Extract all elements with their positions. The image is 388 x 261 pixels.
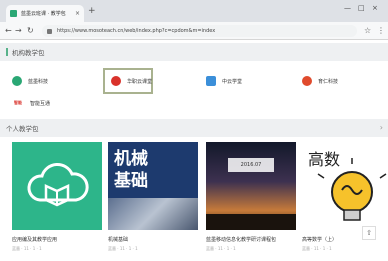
org-section-header: 机构教学包 xyxy=(0,43,388,61)
cover-date-label: 2016.07 xyxy=(228,158,274,172)
personal-section-title: 个人教学包 xyxy=(6,125,39,133)
org-item-yuren[interactable]: 育仁科技 xyxy=(296,71,386,91)
org-label: 智能互通 xyxy=(30,100,51,107)
card-cover: 2016.07 xyxy=(206,142,296,230)
course-card[interactable]: 机械 基础 机械基础 蓝墨 · 11 · 1 · 1 xyxy=(108,142,198,251)
card-title: 蓝墨移动信息化教学研讨课程包 xyxy=(206,237,277,243)
machine-gear-image xyxy=(108,198,198,230)
org-label: 华职云课堂 xyxy=(127,78,153,85)
card-meta: 蓝墨 · 11 · 1 · 1 xyxy=(12,246,42,251)
lightbulb-icon xyxy=(317,158,387,221)
org-item-huazhi[interactable]: 华职云课堂 xyxy=(103,68,153,94)
section-accent-bar xyxy=(6,48,8,56)
browser-tab[interactable]: 蓝墨云班课 · 教学包 × xyxy=(6,5,84,22)
card-cover: 机械 基础 xyxy=(108,142,198,230)
card-cover: 高数 xyxy=(302,142,388,230)
lock-icon xyxy=(47,28,52,34)
minimize-button[interactable]: — xyxy=(344,4,351,12)
bookmark-star-icon[interactable]: ☆ xyxy=(364,26,371,35)
card-meta: 蓝墨 · 11 · 1 · 1 xyxy=(206,246,236,251)
org-section-title: 机构教学包 xyxy=(12,49,45,57)
card-meta: 蓝墨 · 11 · 1 · 1 xyxy=(302,246,332,251)
mosoink-logo-icon xyxy=(12,76,22,86)
browser-nav-bar: ← → ↻ https://www.mosoteach.cn/web/index… xyxy=(0,22,388,40)
back-arrow-icon[interactable]: ← xyxy=(5,26,12,35)
menu-icon[interactable]: ⋮ xyxy=(377,26,385,35)
address-bar[interactable]: https://www.mosoteach.cn/web/index.php?c… xyxy=(42,25,357,37)
book-cloud-icon xyxy=(27,163,89,207)
personal-section-header: 个人教学包 › xyxy=(0,119,388,137)
zhineng-logo-icon: 智能 xyxy=(14,100,22,105)
mosoink-favicon-icon xyxy=(10,10,17,17)
horizon-silhouette xyxy=(206,214,296,230)
new-tab-button[interactable]: + xyxy=(88,6,96,16)
org-item-zhongyun[interactable]: 中云学堂 xyxy=(200,71,290,91)
course-card[interactable]: 2016.07 蓝墨移动信息化教学研讨课程包 蓝墨 · 11 · 1 · 1 xyxy=(206,142,296,251)
cover-title: 机械 基础 xyxy=(114,149,148,191)
yuren-logo-icon xyxy=(302,76,312,86)
course-card[interactable]: 应用编及其教学应用 蓝墨 · 11 · 1 · 1 xyxy=(12,142,102,251)
huazhi-logo-icon xyxy=(111,76,121,86)
url-text: https://www.mosoteach.cn/web/index.php?c… xyxy=(57,28,216,34)
back-to-top-button[interactable]: ⇧ xyxy=(362,226,376,240)
org-item-zhineng[interactable]: 智能 智能互通 xyxy=(6,93,96,113)
forward-arrow-icon[interactable]: → xyxy=(15,26,22,35)
org-item-mosoink[interactable]: 蓝墨科技 xyxy=(6,71,96,91)
org-label: 蓝墨科技 xyxy=(28,78,49,85)
tab-title: 蓝墨云班课 · 教学包 xyxy=(21,11,66,17)
reload-icon[interactable]: ↻ xyxy=(27,26,34,35)
org-label: 中云学堂 xyxy=(222,78,243,85)
chevron-right-icon[interactable]: › xyxy=(380,123,383,132)
browser-tab-bar: 蓝墨云班课 · 教学包 × + — □ × xyxy=(0,0,388,22)
card-cover xyxy=(12,142,102,230)
zhongyun-logo-icon xyxy=(206,76,216,86)
card-title: 应用编及其教学应用 xyxy=(12,237,58,243)
org-list: 蓝墨科技 华职云课堂 中云学堂 育仁科技 智能 智能互通 xyxy=(0,62,388,112)
tab-close-button[interactable]: × xyxy=(75,10,80,17)
card-title: 高等数学（上） xyxy=(302,237,338,243)
card-title: 机械基础 xyxy=(108,237,129,243)
close-window-button[interactable]: × xyxy=(372,4,378,12)
org-label: 育仁科技 xyxy=(318,78,339,85)
card-meta: 蓝墨 · 11 · 1 · 1 xyxy=(108,246,138,251)
maximize-button[interactable]: □ xyxy=(358,4,365,12)
